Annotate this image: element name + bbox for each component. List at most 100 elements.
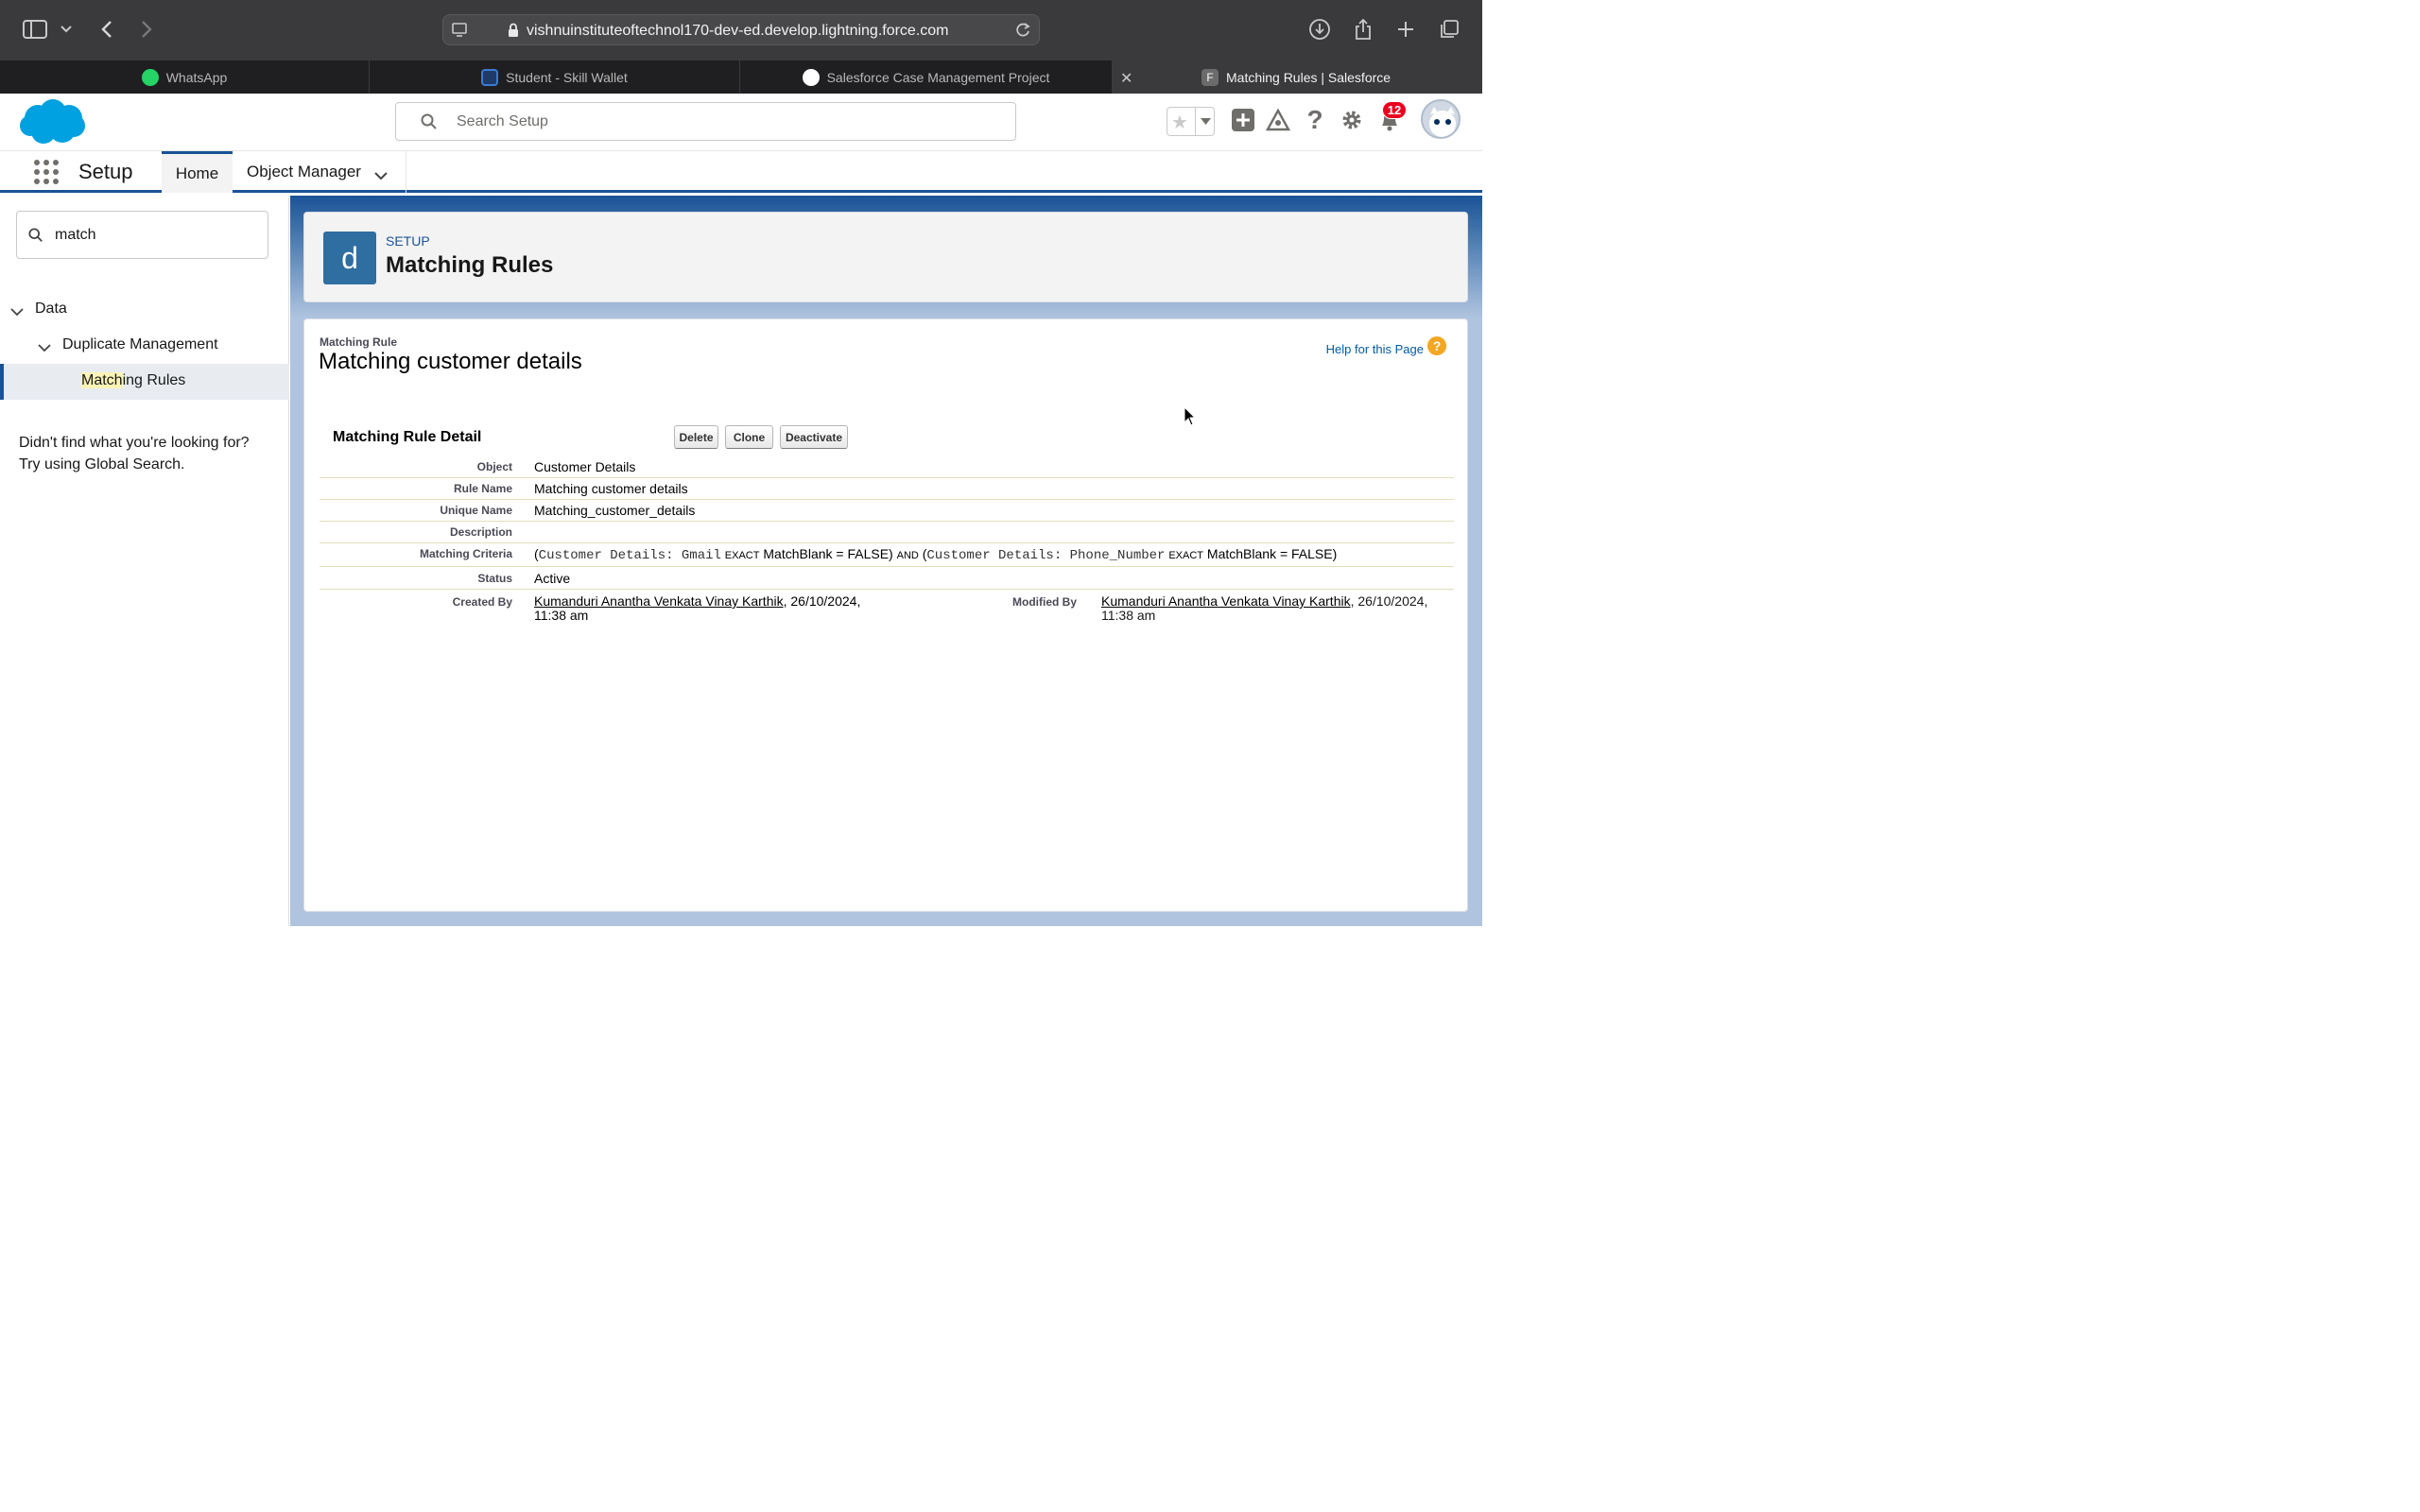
modified-by-value: Kumanduri Anantha Venkata Vinay Karthik,… (1101, 594, 1442, 623)
field-row-unique-name: Unique Name Matching_customer_details (320, 500, 1454, 522)
trailhead-icon[interactable] (1265, 107, 1291, 133)
tab-overview-icon[interactable] (1435, 15, 1463, 43)
app-launcher-icon[interactable] (33, 159, 60, 190)
url-text: vishnuinstituteoftechnol170-dev-ed.devel… (527, 23, 949, 39)
star-icon[interactable]: ★ (1171, 111, 1188, 134)
field-row-rule-name: Rule Name Matching customer details (320, 478, 1454, 500)
back-icon[interactable] (93, 15, 121, 43)
help-icon[interactable]: ? (1302, 105, 1328, 134)
created-by-date: , 26/10/2024, (783, 593, 861, 609)
field-label: Matching Criteria (419, 547, 512, 560)
gear-icon[interactable] (1339, 107, 1365, 133)
setup-page-icon: d (323, 232, 376, 284)
browser-toolbar: vishnuinstituteoftechnol170-dev-ed.devel… (0, 0, 1482, 60)
quick-find-value: match (55, 227, 96, 243)
created-by-user-link[interactable]: Kumanduri Anantha Venkata Vinay Karthik (534, 593, 784, 609)
field-row-status: Status Active (320, 567, 1454, 590)
field-label: Rule Name (453, 482, 512, 495)
tree-item-matching-rules[interactable]: Matching Rules (0, 364, 289, 400)
favorites-button[interactable]: ★ (1167, 107, 1215, 136)
field-value: Active (534, 571, 571, 586)
matching-criteria-value: (Customer Details: Gmail EXACT MatchBlan… (534, 546, 1337, 563)
deactivate-button[interactable]: Deactivate (780, 425, 848, 449)
salesforce-logo-icon[interactable] (17, 97, 87, 151)
search-highlight: Match (81, 372, 123, 388)
tree-item-duplicate-management[interactable]: Duplicate Management (62, 336, 218, 353)
help-link[interactable]: Help for this Page (1326, 342, 1424, 356)
openai-icon (802, 68, 820, 86)
tab-label: Student - Skill Wallet (506, 69, 628, 85)
criteria-field: Customer Details: Phone_Number (926, 548, 1166, 563)
reload-icon[interactable] (1014, 22, 1031, 43)
chevron-down-icon[interactable] (55, 15, 78, 43)
downloads-icon[interactable] (1305, 15, 1334, 43)
criteria-blank: MatchBlank = FALSE) (763, 546, 893, 561)
criteria-blank: MatchBlank = FALSE) (1206, 546, 1338, 561)
address-bar[interactable]: vishnuinstituteoftechnol170-dev-ed.devel… (442, 14, 1040, 45)
no-results-line-1: Didn't find what you're looking for? (19, 435, 250, 451)
avatar[interactable] (1421, 99, 1461, 139)
modified-by-time: 11:38 am (1101, 608, 1156, 623)
whatsapp-icon (141, 68, 159, 86)
field-label: Unique Name (440, 504, 512, 517)
field-label: Description (449, 525, 512, 539)
help-question-icon[interactable]: ? (1427, 336, 1446, 355)
site-settings-icon[interactable] (451, 22, 470, 43)
field-row-matching-criteria: Matching Criteria (Customer Details: Gma… (320, 543, 1454, 567)
browser-tab-skill-wallet[interactable]: Student - Skill Wallet (370, 60, 740, 94)
tab-label: WhatsApp (165, 69, 228, 85)
record-title: Matching customer details (319, 349, 582, 374)
created-by-time: 11:38 am (534, 608, 589, 623)
favorites-dropdown-icon[interactable] (1195, 108, 1215, 135)
browser-tab-matching-rules[interactable]: ✕ F Matching Rules | Salesforce (1113, 60, 1482, 94)
new-tab-icon[interactable] (1392, 15, 1420, 43)
mouse-cursor-icon (1184, 405, 1197, 432)
salesforce-f-icon: F (1201, 68, 1219, 86)
chevron-down-icon[interactable] (374, 166, 388, 185)
tab-object-manager[interactable]: Object Manager (233, 151, 406, 193)
field-label: Modified By (1012, 595, 1077, 609)
setup-sidebar: match Data Duplicate Management Matching… (0, 196, 289, 926)
forward-icon[interactable] (132, 15, 161, 43)
no-results-line-2: Try using Global Search. (19, 456, 185, 472)
share-icon[interactable] (1349, 15, 1377, 43)
browser-tab-whatsapp[interactable]: WhatsApp (0, 60, 370, 94)
criteria-operator: EXACT (1168, 550, 1204, 561)
criteria-operator: EXACT (724, 550, 760, 561)
page-header: d SETUP Matching Rules (303, 212, 1468, 302)
search-icon (421, 113, 438, 135)
global-search-input[interactable]: Search Setup (395, 102, 1016, 141)
browser-tab-case-management[interactable]: Salesforce Case Management Project (740, 60, 1113, 94)
field-label: Created By (452, 595, 512, 609)
no-results-hint: Didn't find what you're looking for? Try… (19, 432, 250, 475)
quick-find-input[interactable]: match (16, 211, 268, 259)
app-navigation: Setup Home Object Manager (0, 151, 1482, 193)
app-name: Setup (78, 160, 133, 183)
tab-label: Salesforce Case Management Project (826, 69, 1050, 85)
criteria-conjunction: AND (896, 550, 919, 561)
page-title: Matching Rules (386, 252, 554, 278)
global-actions-icon[interactable] (1230, 107, 1256, 133)
field-row-created-modified: Created By Kumanduri Anantha Venkata Vin… (320, 590, 1454, 626)
chevron-down-icon[interactable] (10, 304, 24, 321)
field-label: Status (477, 572, 512, 585)
tree-item-data[interactable]: Data (35, 301, 67, 318)
chevron-down-icon[interactable] (38, 340, 51, 357)
field-value: Matching_customer_details (534, 503, 696, 518)
created-by-value: Kumanduri Anantha Venkata Vinay Karthik,… (534, 594, 874, 623)
close-tab-icon[interactable]: ✕ (1120, 69, 1132, 88)
tab-bar: WhatsApp Student - Skill Wallet Salesfor… (0, 60, 1482, 94)
tab-home[interactable]: Home (162, 151, 233, 193)
lock-icon (508, 23, 519, 43)
field-row-description: Description (320, 522, 1454, 543)
modified-by-user-link[interactable]: Kumanduri Anantha Venkata Vinay Karthik (1101, 593, 1351, 609)
main-content: d SETUP Matching Rules Matching Rule Mat… (290, 196, 1482, 926)
delete-button[interactable]: Delete (674, 425, 718, 449)
tree-item-matching-rules-label: Matching Rules (81, 372, 185, 389)
tab-home-label: Home (175, 163, 219, 182)
field-value: Customer Details (534, 459, 636, 474)
sidebar-toggle-icon[interactable] (21, 15, 49, 43)
tree-label-rest: ing Rules (122, 372, 186, 388)
criteria-field: Customer Details: Gmail (538, 548, 721, 563)
clone-button[interactable]: Clone (725, 425, 773, 449)
